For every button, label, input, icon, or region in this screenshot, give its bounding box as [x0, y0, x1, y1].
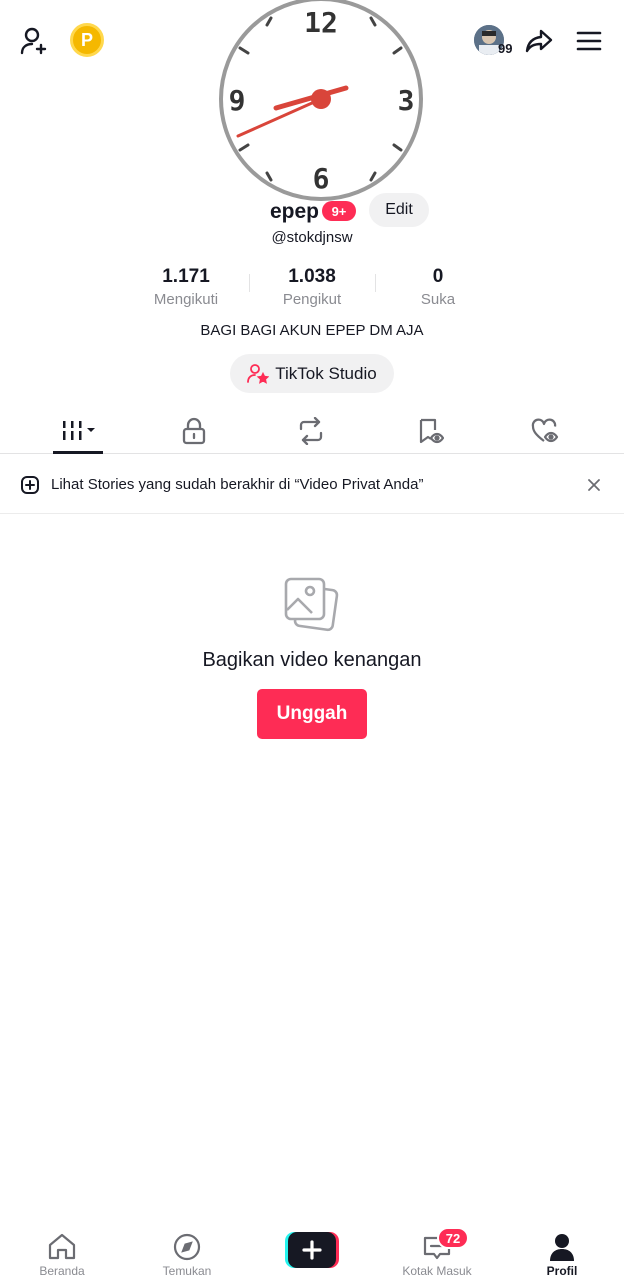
mini-avatar-count: 99 — [498, 41, 513, 56]
add-friend-button[interactable] — [18, 24, 52, 58]
clock-numeral-9: 9 — [229, 84, 246, 117]
nav-discover[interactable]: Temukan — [137, 1220, 237, 1280]
profile-bio: BAGI BAGI AKUN EPEP DM AJA — [200, 322, 424, 339]
stat-label: Suka — [420, 291, 456, 308]
repost-icon — [299, 416, 323, 445]
compass-icon — [173, 1233, 201, 1261]
saved-hidden-icon — [419, 418, 444, 443]
stat-value: 1.038 — [288, 266, 336, 287]
stat-divider — [375, 274, 376, 292]
stat-likes[interactable]: 0 Suka — [378, 266, 498, 308]
home-icon — [48, 1233, 76, 1260]
profile-avatar-clock[interactable]: 12 3 6 9 — [218, 0, 424, 202]
profile-name-row: epep — [0, 192, 624, 230]
stories-banner[interactable]: Lihat Stories yang sudah berakhir di “Vi… — [0, 456, 624, 514]
stat-divider — [249, 274, 250, 292]
tab-private[interactable] — [154, 408, 234, 453]
studio-label: TikTok Studio — [275, 363, 377, 383]
stat-label: Pengikut — [282, 291, 342, 308]
tiktok-studio-button[interactable]: TikTok Studio — [230, 354, 394, 393]
tab-favorites[interactable] — [390, 408, 470, 453]
stat-following[interactable]: 1.171 Mengikuti — [126, 266, 246, 308]
empty-state-title: Bagikan video kenangan — [202, 649, 422, 671]
tab-reposts[interactable] — [271, 408, 351, 453]
hamburger-menu-icon — [576, 31, 602, 51]
share-button[interactable] — [522, 24, 556, 58]
photo-memories-icon — [284, 577, 339, 632]
person-add-icon — [20, 27, 47, 55]
profile-icon — [550, 1234, 574, 1261]
stories-banner-text: Lihat Stories yang sudah berakhir di “Vi… — [51, 476, 424, 493]
add-story-icon — [21, 476, 39, 494]
tab-liked[interactable] — [505, 408, 585, 453]
stat-value: 1.171 — [162, 266, 210, 287]
stat-label: Mengikuti — [153, 291, 219, 308]
coin-button[interactable]: P — [70, 23, 104, 57]
nav-inbox[interactable]: Kotak Masuk — [387, 1220, 487, 1280]
menu-button[interactable] — [572, 24, 606, 58]
profile-handle: @stokdjnsw — [271, 229, 353, 246]
nav-home[interactable]: Beranda — [12, 1220, 112, 1280]
mini-avatar-button[interactable]: 99 — [474, 25, 518, 57]
profile-tabs — [0, 408, 624, 454]
nav-label: Kotak Masuk — [402, 1264, 472, 1278]
active-tab-indicator — [53, 451, 103, 454]
grid-videos-icon — [63, 420, 95, 440]
share-arrow-icon — [525, 29, 553, 53]
upload-button[interactable]: Unggah — [257, 689, 367, 739]
nav-label: Beranda — [39, 1264, 85, 1278]
inbox-badge: 72 — [437, 1227, 469, 1249]
username: epep — [270, 200, 320, 223]
nav-label: Temukan — [162, 1264, 212, 1278]
coin-icon: P — [70, 23, 104, 57]
edit-profile-button[interactable]: Edit — [369, 193, 429, 227]
nav-profile[interactable]: Profil — [512, 1220, 612, 1280]
lock-icon — [182, 417, 206, 444]
stat-value: 0 — [432, 266, 444, 287]
create-button[interactable] — [285, 1232, 339, 1268]
clock-numeral-12: 12 — [304, 6, 338, 39]
clock-numeral-3: 3 — [398, 84, 415, 117]
clock-numeral-6: 6 — [313, 162, 330, 195]
tab-videos[interactable] — [40, 408, 120, 453]
stat-followers[interactable]: 1.038 Pengikut — [252, 266, 372, 308]
liked-hidden-icon — [531, 418, 559, 442]
notification-badge: 9+ — [322, 201, 356, 221]
close-icon[interactable] — [586, 477, 602, 493]
studio-person-star-icon — [247, 363, 270, 384]
create-plus-icon — [285, 1232, 339, 1268]
nav-label: Profil — [546, 1264, 578, 1278]
